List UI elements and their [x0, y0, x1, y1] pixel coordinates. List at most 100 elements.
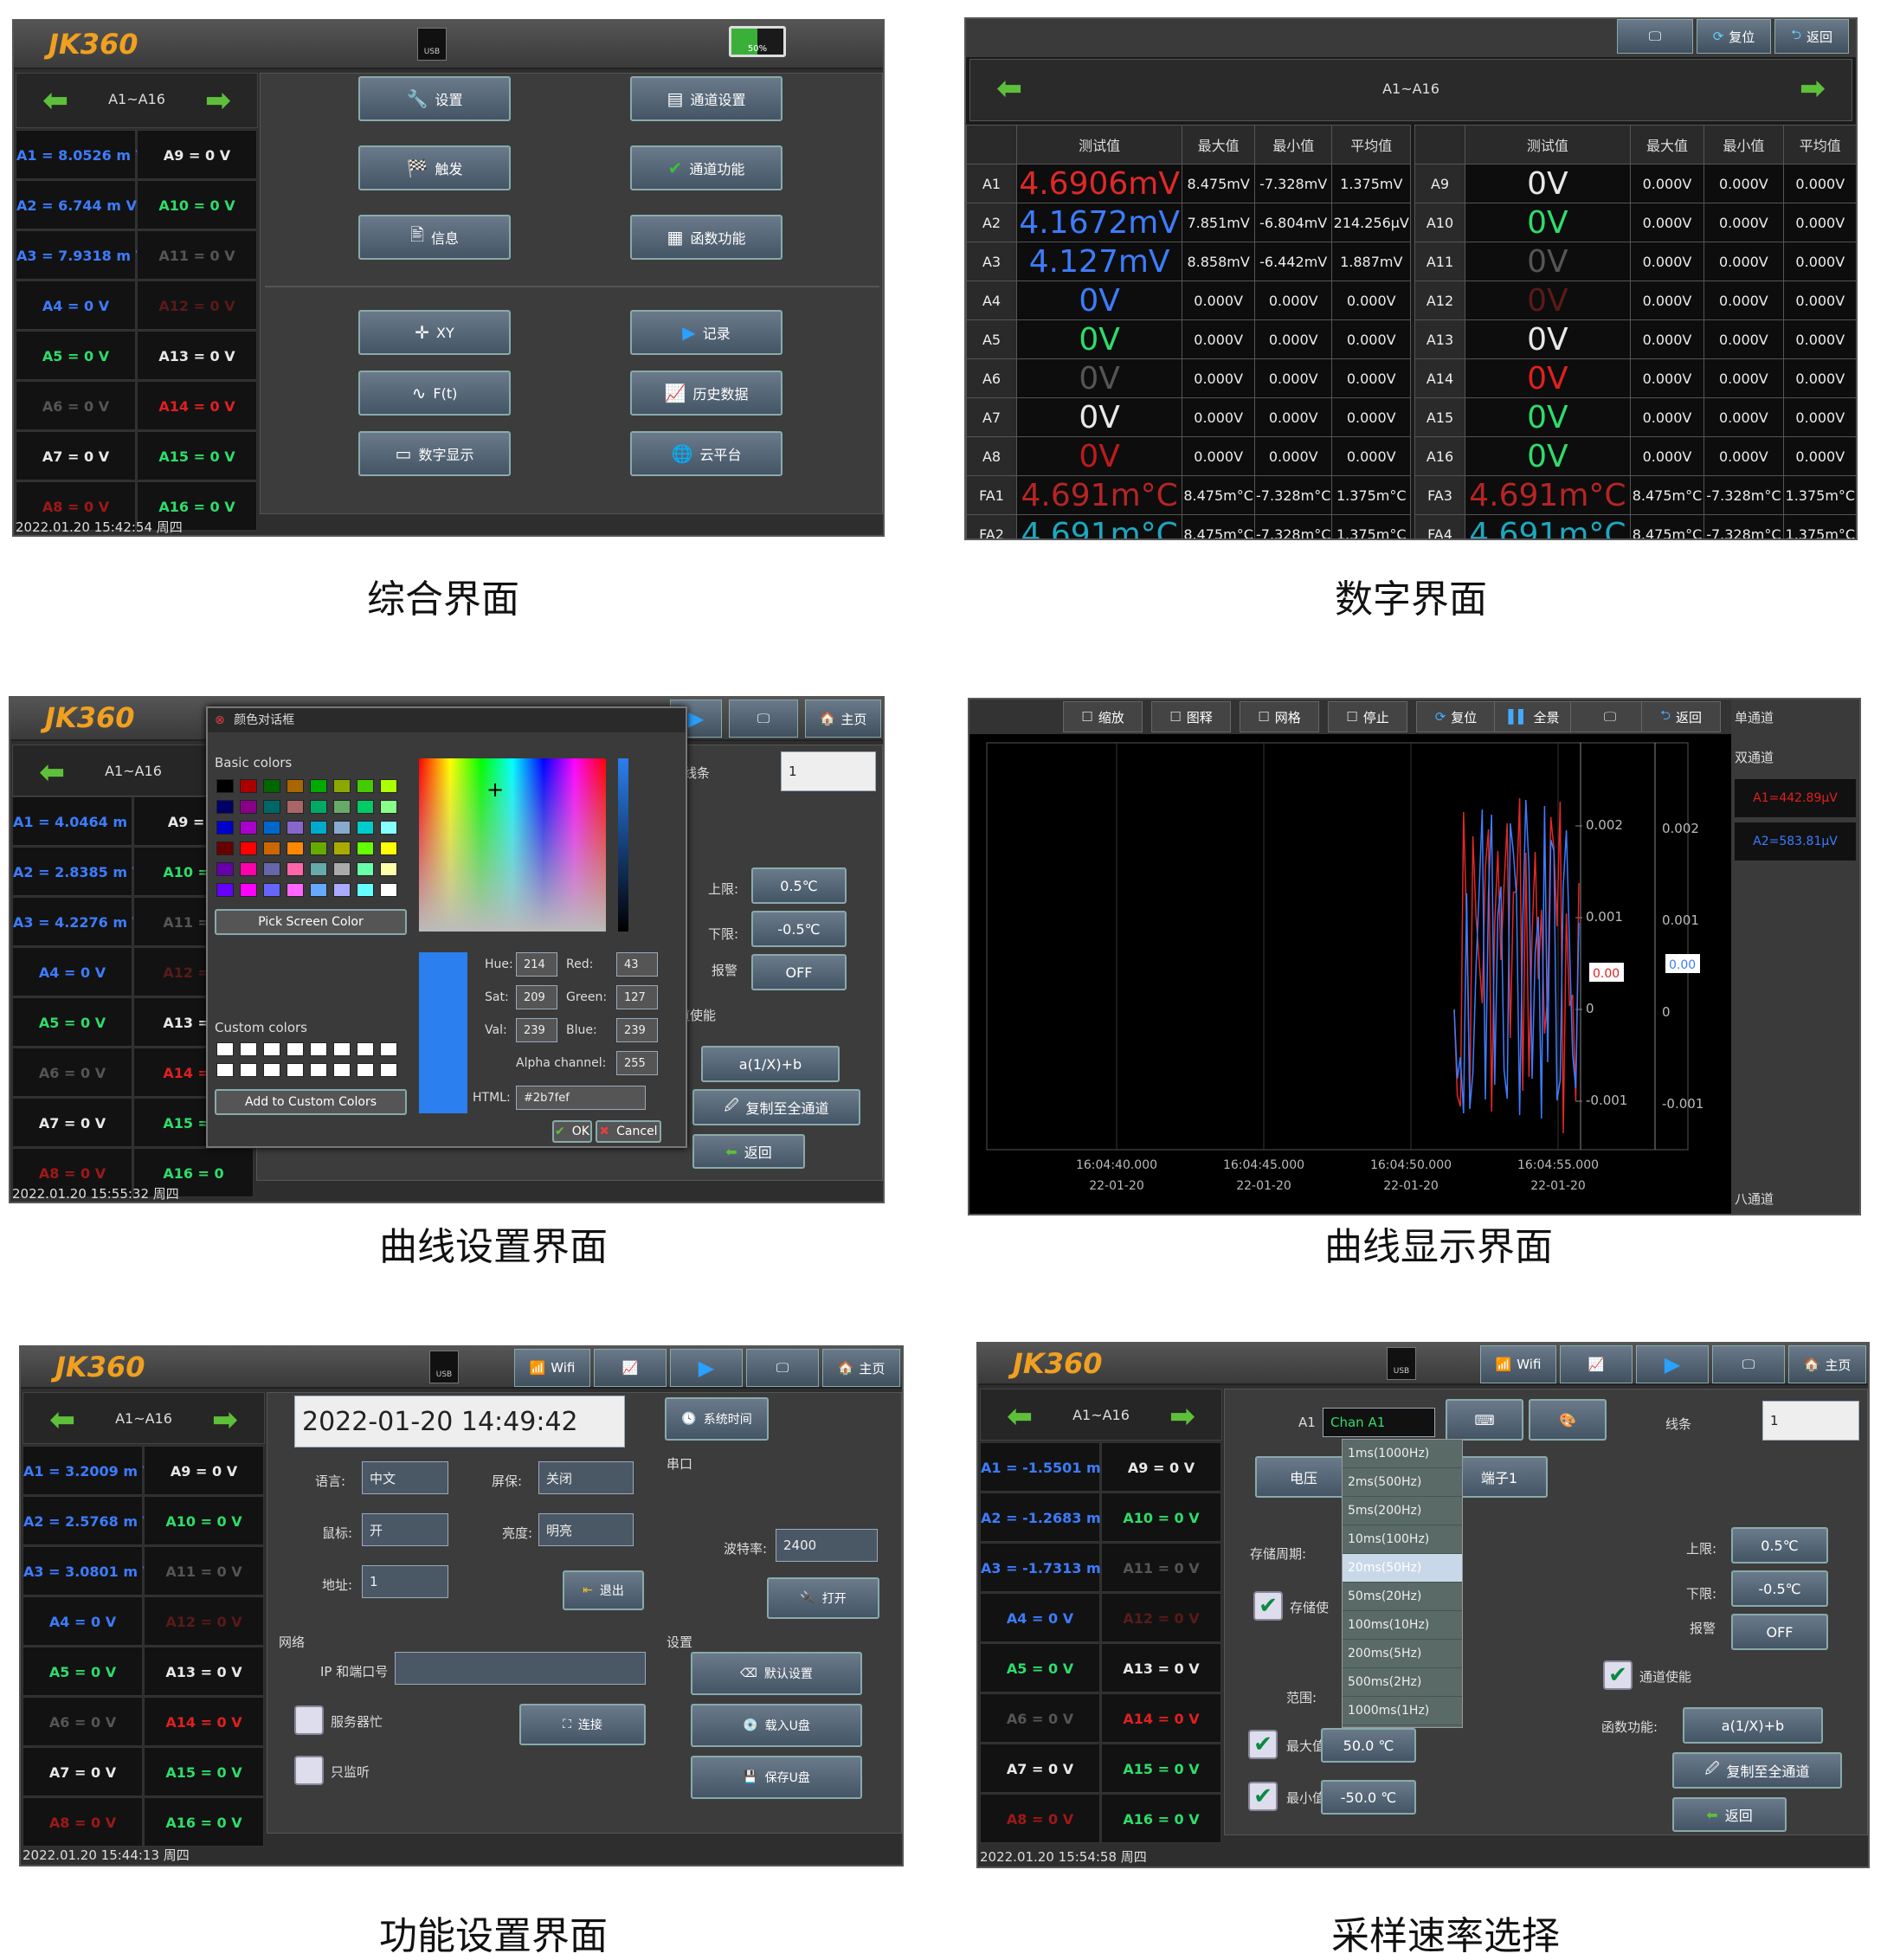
channel-cell[interactable]: A1 = 8.0526 m V [16, 130, 146, 179]
palette-button[interactable]: 🎨 [1529, 1399, 1607, 1441]
channel-cell[interactable]: A7 = 0 V [980, 1744, 1100, 1793]
min-checkbox[interactable]: ✔ [1248, 1782, 1278, 1811]
channel-cell[interactable]: A9 = 0 V [1101, 1442, 1221, 1492]
wifi-button[interactable]: 📶 Wifi [514, 1349, 590, 1387]
color-swatch[interactable] [357, 779, 374, 793]
wifi-button[interactable]: 📶 Wifi [1480, 1345, 1556, 1383]
channel-cell[interactable]: A16 = 0 V [1101, 1794, 1221, 1843]
color-swatch[interactable] [216, 841, 234, 855]
max-checkbox[interactable]: ✔ [1248, 1730, 1278, 1759]
back-button[interactable]: ⬅ 返回 [692, 1134, 805, 1169]
home-button[interactable]: 🏠 主页 [805, 700, 881, 738]
val-spinbox[interactable]: 239 [516, 1018, 557, 1042]
custom-color-swatch[interactable] [357, 1063, 374, 1077]
legend-button[interactable]: ☐ 图释 [1151, 701, 1231, 732]
channel-cell[interactable]: A6 = 0 V [16, 381, 136, 430]
channel-cell[interactable]: A7 = 0 V [12, 1098, 132, 1147]
next-arrow-icon[interactable]: ➡ [1800, 74, 1826, 105]
chart-button[interactable]: 📈 [1560, 1345, 1633, 1383]
channel-cell[interactable]: A10 = 0 V [1101, 1493, 1221, 1542]
color-swatch[interactable] [240, 841, 257, 855]
rate-option[interactable]: 100ms(10Hz) [1343, 1611, 1462, 1640]
channel-cell[interactable]: A15 = 0 V [1101, 1744, 1221, 1793]
channel-cell[interactable]: A11 = 0 V [1101, 1543, 1221, 1592]
dual-channel-tab[interactable]: 双通道 [1735, 748, 1774, 766]
reset-button[interactable]: ⟳ 复位 [1697, 19, 1771, 54]
digital-display-button[interactable]: ▭ 数字显示 [358, 431, 511, 476]
color-swatch[interactable] [380, 862, 397, 876]
channel-cell[interactable]: A15 = 0 V [144, 1747, 264, 1796]
language-select[interactable]: 中文 [362, 1461, 448, 1494]
color-swatch[interactable] [216, 821, 234, 835]
channel-settings-button[interactable]: ▤ 通道设置 [630, 76, 782, 121]
channel-cell[interactable]: A4 = 0 V [16, 280, 136, 330]
rate-option[interactable]: 10ms(100Hz) [1343, 1525, 1462, 1554]
channel-cell[interactable]: A14 = 0 V [1101, 1693, 1221, 1743]
channel-cell[interactable]: A6 = 0 V [12, 1048, 132, 1097]
next-arrow-icon[interactable]: ➡ [205, 86, 231, 117]
back-button[interactable]: ⬅ 返回 [1672, 1797, 1787, 1832]
math-function-button[interactable]: ▦ 函数功能 [630, 215, 782, 260]
lower-limit-field[interactable]: -0.5℃ [1731, 1570, 1828, 1607]
server-busy-checkbox[interactable] [294, 1705, 324, 1735]
alarm-toggle[interactable]: OFF [751, 954, 847, 990]
color-swatch[interactable] [287, 800, 304, 814]
function-field[interactable]: a(1/X)+b [701, 1046, 840, 1082]
color-swatch[interactable] [310, 883, 327, 897]
color-swatch[interactable] [287, 883, 304, 897]
custom-color-swatch[interactable] [380, 1063, 397, 1077]
custom-color-swatch[interactable] [310, 1063, 327, 1077]
color-swatch[interactable] [333, 883, 351, 897]
color-swatch[interactable] [240, 883, 257, 897]
zoom-button[interactable]: ☐ 缩放 [1063, 701, 1143, 732]
eight-channel-tab[interactable]: 八通道 [1735, 1190, 1774, 1208]
xy-button[interactable]: ✛ XY [358, 310, 511, 355]
ok-button[interactable]: ✔ OK [552, 1120, 592, 1143]
hue-spinbox[interactable]: 214 [516, 952, 557, 977]
channel-cell[interactable]: A3 = 3.0801 m V [23, 1546, 153, 1596]
color-swatch[interactable] [357, 841, 374, 855]
rate-option[interactable]: 20ms(50Hz) [1343, 1554, 1462, 1583]
color-swatch[interactable] [263, 862, 280, 876]
custom-color-swatch[interactable] [380, 1042, 397, 1056]
address-field[interactable]: 1 [362, 1565, 448, 1598]
color-swatch[interactable] [263, 779, 280, 793]
channel-cell[interactable]: A13 = 0 V [137, 331, 257, 380]
channel-cell[interactable]: A9 = 0 V [144, 1446, 264, 1495]
color-swatch[interactable] [380, 821, 397, 835]
info-button[interactable]: 🖹 信息 [358, 215, 511, 260]
color-swatch[interactable] [216, 800, 234, 814]
line-spinbox[interactable]: 1 [1762, 1401, 1859, 1441]
alarm-toggle[interactable]: OFF [1731, 1614, 1828, 1650]
custom-color-swatch[interactable] [310, 1042, 327, 1056]
chart-button[interactable]: 📈 [594, 1349, 667, 1387]
color-swatch[interactable] [357, 862, 374, 876]
custom-color-swatch[interactable] [287, 1063, 304, 1077]
custom-color-swatch[interactable] [287, 1042, 304, 1056]
screen-button[interactable]: 🖵 [1712, 1345, 1785, 1383]
single-channel-tab[interactable]: 单通道 [1735, 708, 1774, 726]
reset-button[interactable]: ⟳ 复位 [1416, 701, 1496, 732]
color-swatch[interactable] [357, 821, 374, 835]
lower-limit-field[interactable]: -0.5℃ [751, 911, 847, 947]
rate-option[interactable]: 1ms(1000Hz) [1343, 1440, 1462, 1468]
color-swatch[interactable] [287, 821, 304, 835]
channel-cell[interactable]: A1 = 3.2009 m V [23, 1446, 153, 1495]
min-field[interactable]: -50.0 ℃ [1321, 1780, 1416, 1815]
screensaver-select[interactable]: 关闭 [538, 1461, 634, 1494]
channel-cell[interactable]: A3 = 7.9318 m V [16, 230, 146, 280]
max-field[interactable]: 50.0 ℃ [1321, 1728, 1416, 1763]
voltage-button[interactable]: 电压 [1255, 1456, 1352, 1498]
history-button[interactable]: 📈 历史数据 [630, 371, 782, 416]
custom-color-swatch[interactable] [263, 1042, 280, 1056]
sat-spinbox[interactable]: 209 [516, 985, 557, 1009]
trigger-button[interactable]: 🏁 触发 [358, 145, 511, 190]
datetime-field[interactable]: 2022-01-20 14:49:42 [294, 1396, 625, 1447]
channel-cell[interactable]: A7 = 0 V [16, 431, 136, 480]
storage-enable-checkbox[interactable]: ✔ [1253, 1591, 1283, 1621]
channel-function-button[interactable]: ✔ 通道功能 [630, 145, 782, 190]
color-swatch[interactable] [216, 883, 234, 897]
color-swatch[interactable] [357, 883, 374, 897]
copy-all-button[interactable]: 🖉 复制至全通道 [1672, 1752, 1842, 1789]
keyboard-button[interactable]: ⌨ [1446, 1399, 1523, 1441]
